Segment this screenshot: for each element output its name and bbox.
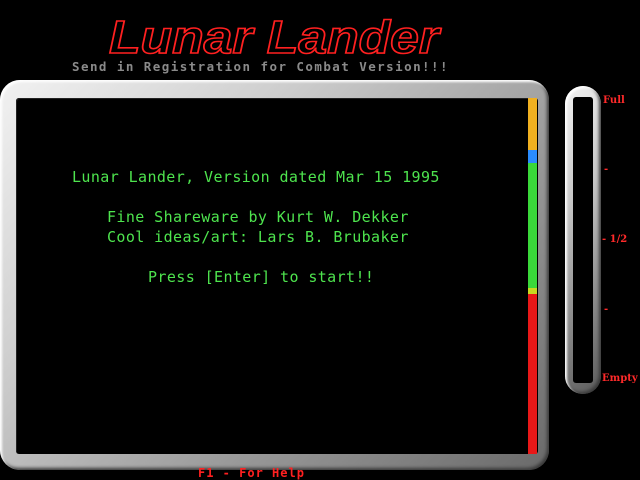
art-credit: Cool ideas/art: Lars B. Brubaker [107,228,409,246]
fuel-gauge [573,97,593,383]
fuel-tick-upper: - [604,164,609,175]
terrain-bar-segment-green [528,163,537,288]
author-credit: Fine Shareware by Kurt W. Dekker [107,208,409,226]
press-enter-prompt: Press [Enter] to start!! [148,268,375,286]
game-title-logo: Lunar Lander [108,10,442,64]
terrain-bar-segment-red [528,294,537,454]
game-screen: Lunar Lander Send in Registration for Co… [0,0,640,480]
game-title: Lunar Lander [109,11,441,63]
fuel-tick-lower: - [604,304,609,315]
registration-banner: Send in Registration for Combat Version!… [72,59,449,74]
terrain-bar-segment-blue [528,150,537,163]
version-message: Lunar Lander, Version dated Mar 15 1995 [72,168,440,186]
terrain-altitude-bar [528,98,537,454]
fuel-label-half: - 1/2 [602,234,628,245]
terrain-bar-segment-top [528,98,537,150]
fuel-label-full: Full [603,95,625,106]
fuel-label-empty: Empty [602,373,638,384]
help-hint: F1 - For Help [198,466,305,480]
terrain-bar-segment-yellow [528,288,537,294]
